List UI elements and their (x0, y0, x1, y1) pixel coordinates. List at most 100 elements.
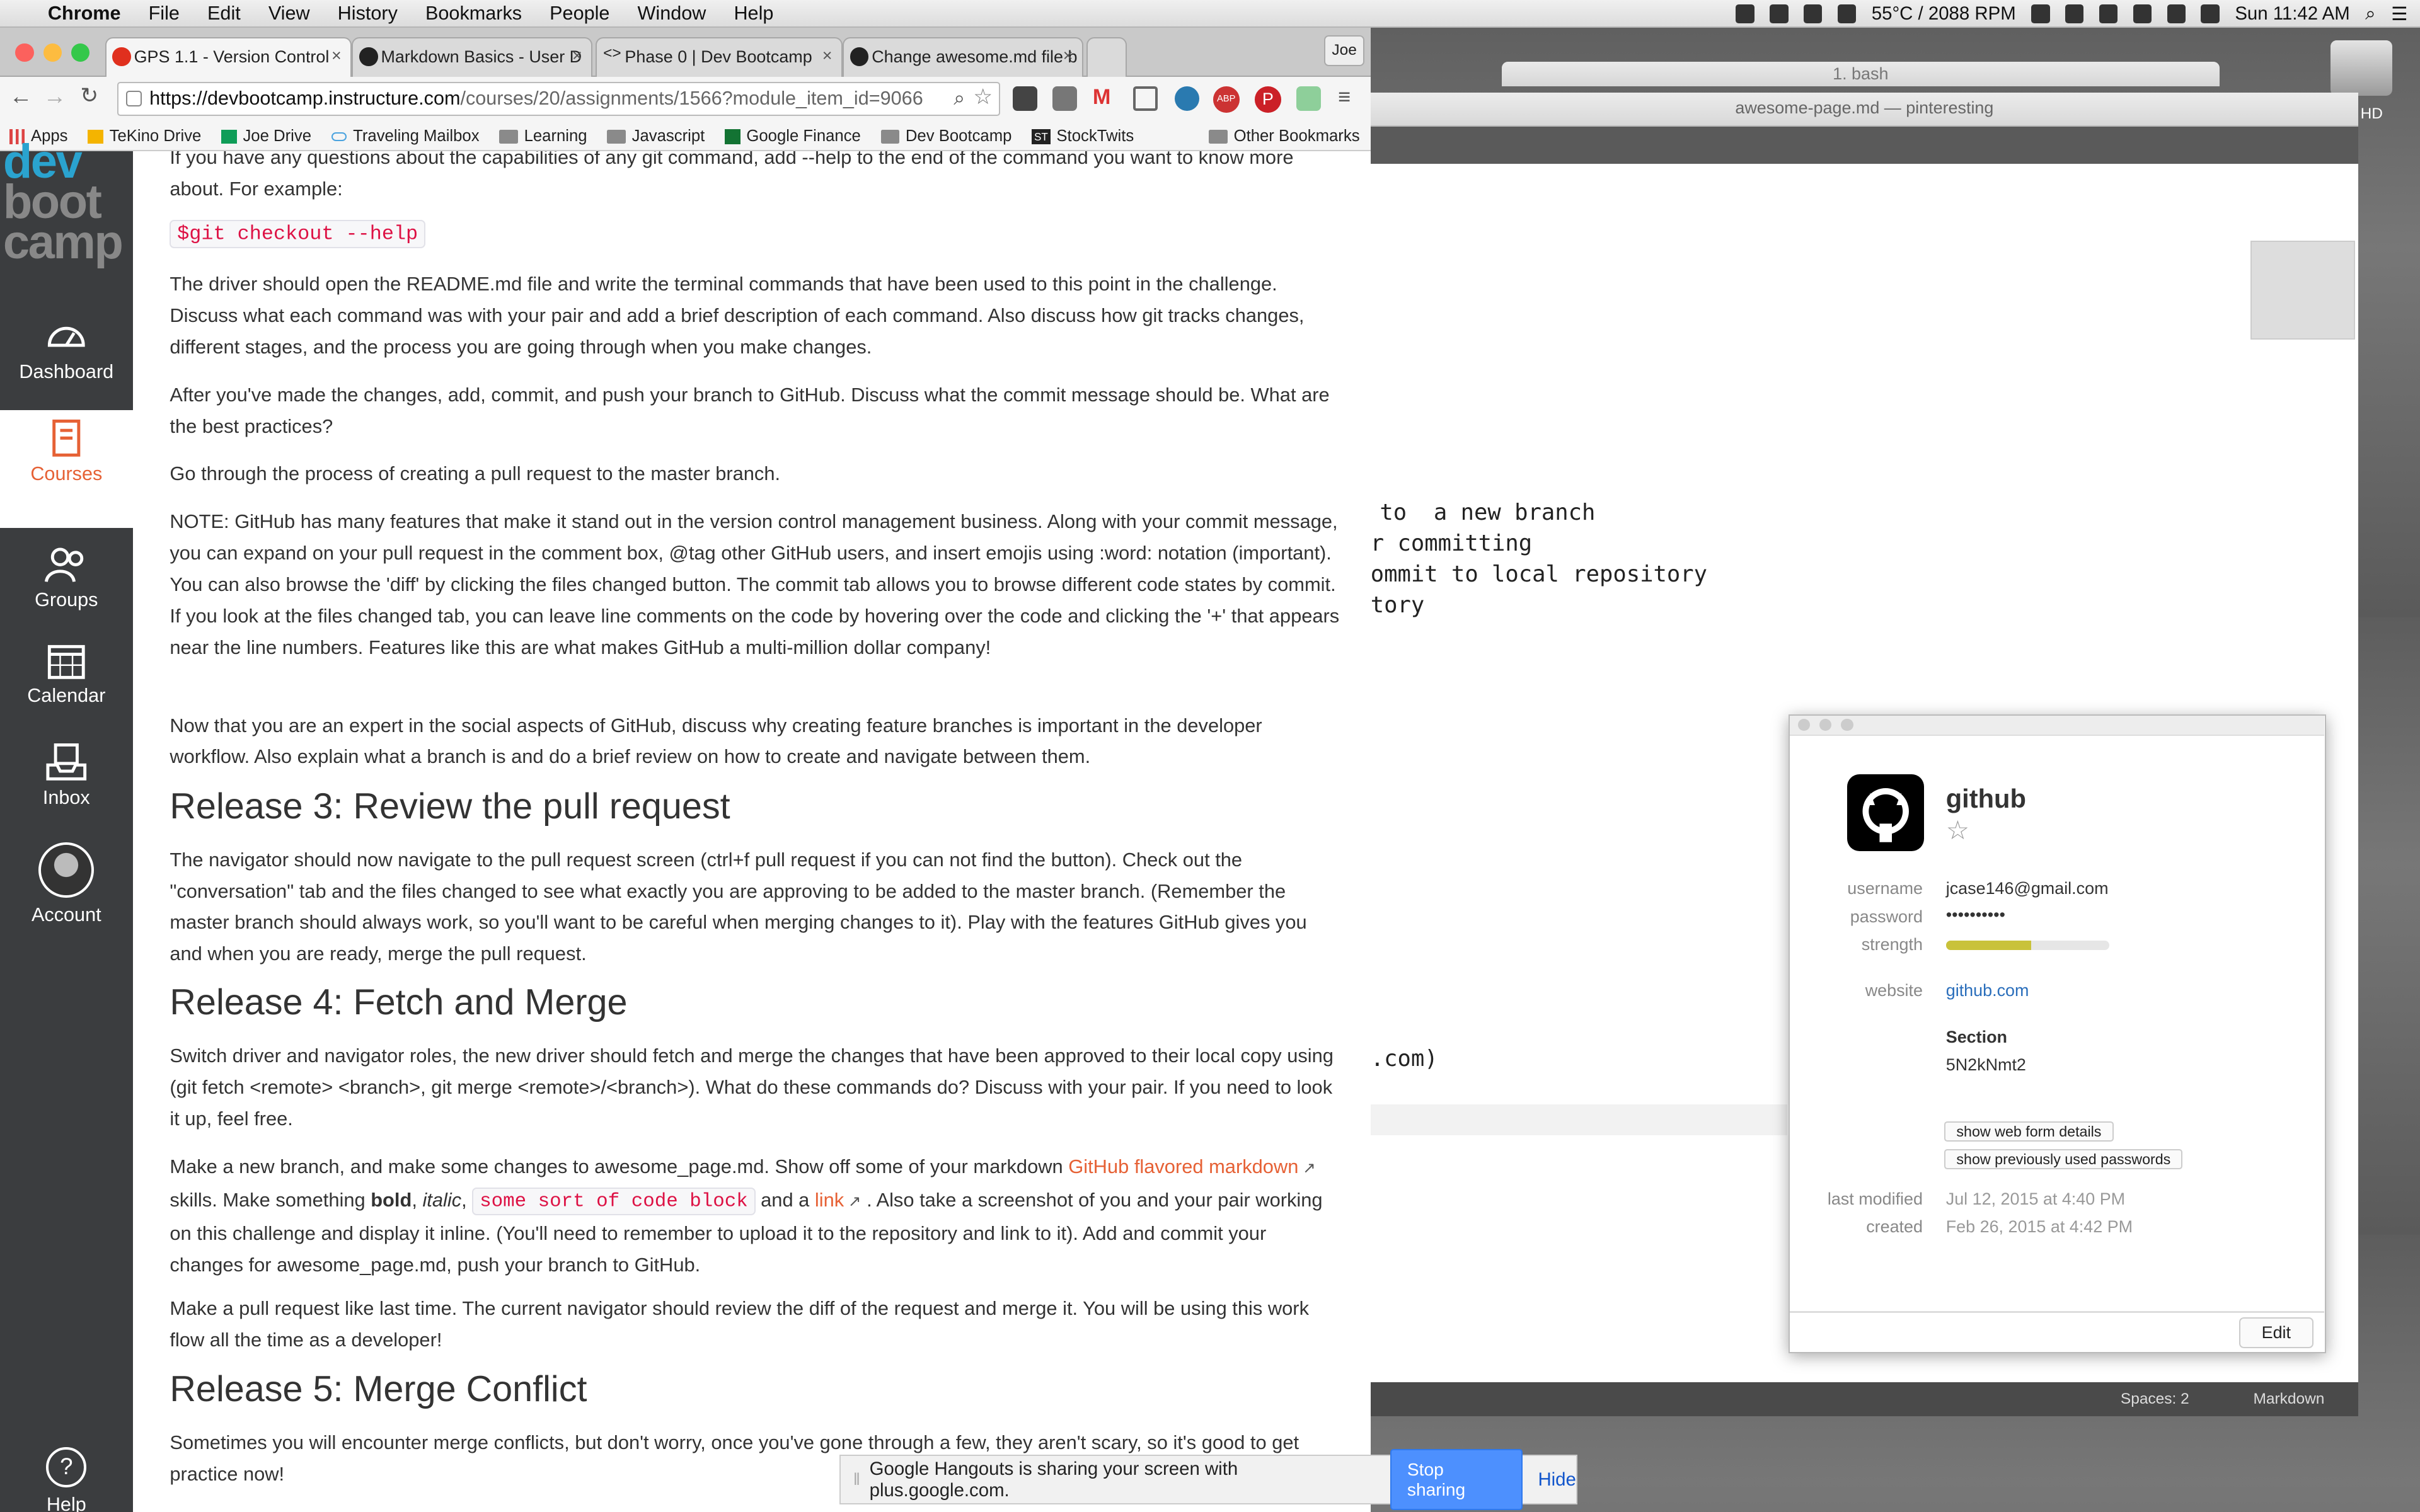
tab-gps[interactable]: GPS 1.1 - Version Control × (105, 37, 352, 79)
close-window-icon[interactable] (15, 43, 34, 62)
indent-setting[interactable]: Spaces: 2 (2121, 1390, 2189, 1408)
zoom-window-icon[interactable] (71, 43, 90, 62)
menu-app-name[interactable]: Chrome (34, 3, 135, 25)
nav-groups[interactable]: Groups (0, 546, 133, 612)
hide-button[interactable]: Hide (1538, 1469, 1576, 1491)
wifi-icon[interactable] (2133, 4, 2152, 23)
pinterest-icon[interactable]: P (1255, 86, 1281, 113)
nav-courses[interactable]: Courses (0, 410, 133, 528)
back-icon[interactable]: ← (9, 83, 33, 110)
minimize-window-icon[interactable] (43, 43, 62, 62)
cast-icon[interactable] (1132, 86, 1158, 112)
temperature-readout[interactable]: 55°C / 2088 RPM (1872, 3, 2016, 25)
battery-icon[interactable] (2201, 4, 2220, 23)
menu-people[interactable]: People (536, 3, 623, 25)
extension-icon[interactable] (1296, 86, 1322, 112)
chrome-menu-icon[interactable]: ≡ (1338, 85, 1351, 110)
profile-button[interactable]: Joe (1324, 35, 1364, 67)
adblock-icon[interactable]: ABP (1213, 86, 1240, 113)
password-value[interactable]: •••••••••• (1946, 905, 2005, 925)
dev-bootcamp-logo[interactable]: dev boot camp (3, 138, 133, 266)
close-tab-icon[interactable]: × (1063, 46, 1073, 66)
tab-phase0[interactable]: <> Phase 0 | Dev Bootcamp × (596, 37, 843, 77)
pocket-icon[interactable] (1012, 86, 1037, 112)
nav-inbox[interactable]: Inbox (0, 743, 133, 809)
address-bar[interactable]: https://devbootcamp.instructure.com/cour… (117, 81, 1000, 116)
show-web-form-details-button[interactable]: show web form details (1944, 1121, 2114, 1142)
volume-icon[interactable] (2167, 4, 2186, 23)
code-favicon-icon: <> (603, 44, 621, 62)
bookmark-learning[interactable]: Learning (490, 127, 598, 146)
username-value[interactable]: jcase146@gmail.com (1946, 879, 2109, 898)
assignment-content: If you have any questions about the capa… (132, 151, 1371, 1512)
extension-icon[interactable] (1052, 86, 1078, 112)
bluetooth-icon[interactable] (2099, 4, 2118, 23)
bookmark-javascript[interactable]: Javascript (598, 127, 716, 146)
menu-window[interactable]: Window (623, 3, 720, 25)
favorite-star-icon[interactable]: ☆ (1946, 815, 1969, 845)
website-link[interactable]: github.com (1946, 981, 2029, 1000)
bookmark-joe-drive[interactable]: Joe Drive (212, 127, 323, 146)
tab-markdown[interactable]: Markdown Basics - User D × (352, 37, 593, 77)
menu-view[interactable]: View (255, 3, 324, 25)
bookmark-mailbox[interactable]: Traveling Mailbox (322, 127, 490, 146)
bookmark-dev-bootcamp[interactable]: Dev Bootcamp (872, 127, 1023, 146)
menu-file[interactable]: File (135, 3, 193, 25)
edit-button[interactable]: Edit (2239, 1317, 2313, 1348)
menu-bookmarks[interactable]: Bookmarks (412, 3, 536, 25)
forward-icon[interactable]: → (43, 83, 67, 110)
extension-icon[interactable] (1174, 86, 1199, 112)
bookmark-other[interactable]: Other Bookmarks (1200, 127, 1371, 146)
paragraph: The driver should open the README.md fil… (170, 273, 1305, 358)
zoom-icon[interactable] (1841, 718, 1853, 731)
reload-icon[interactable]: ↻ (80, 83, 98, 108)
nav-account[interactable]: Account (0, 842, 133, 926)
nav-calendar[interactable]: Calendar (0, 642, 133, 707)
github-logo-icon (1847, 774, 1925, 852)
search-icon[interactable]: ⌕ (954, 86, 965, 110)
tab-label: Change awesome.md file b (872, 47, 1078, 67)
stop-sharing-button[interactable]: Stop sharing (1390, 1448, 1523, 1511)
bookmark-stocktwits[interactable]: ST StockTwits (1023, 127, 1145, 146)
link-link[interactable]: link (815, 1189, 844, 1211)
bookmark-icon[interactable] (2031, 4, 2050, 23)
gmail-icon[interactable]: M (1093, 85, 1111, 110)
menu-edit[interactable]: Edit (193, 3, 255, 25)
new-tab-button[interactable] (1086, 37, 1127, 77)
terminal-titlebar[interactable]: 1. bash (1501, 61, 2220, 87)
editor-tabbar[interactable] (1370, 126, 2359, 164)
creative-cloud-icon[interactable] (1770, 4, 1789, 23)
clock[interactable]: Sun 11:42 AM (2235, 3, 2349, 25)
menu-help[interactable]: Help (720, 3, 787, 25)
onepassword-icon[interactable] (1804, 4, 1823, 23)
bookmark-star-icon[interactable]: ☆ (973, 84, 993, 110)
syntax-setting[interactable]: Markdown (2254, 1390, 2325, 1408)
editor-titlebar[interactable]: awesome-page.md — pinteresting (1370, 92, 2359, 127)
show-previous-passwords-button[interactable]: show previously used passwords (1944, 1149, 2183, 1169)
time-machine-icon[interactable] (2065, 4, 2084, 23)
drag-handle-icon[interactable]: ‖ (853, 1470, 860, 1489)
close-tab-icon[interactable]: × (822, 46, 833, 66)
footer-divider (1790, 1311, 2324, 1313)
nav-help[interactable]: ? Help (0, 1447, 133, 1512)
close-icon[interactable] (1797, 718, 1811, 731)
tab-change-awesome[interactable]: Change awesome.md file b × (843, 37, 1084, 77)
password-window-titlebar[interactable] (1790, 715, 2324, 736)
bookmark-google-finance[interactable]: Google Finance (715, 127, 872, 146)
nav-dashboard[interactable]: Dashboard (0, 318, 133, 383)
evernote-icon[interactable] (1837, 4, 1857, 23)
text: Make a new branch, and make some changes… (170, 1155, 1069, 1177)
menu-history[interactable]: History (324, 3, 412, 25)
minimize-icon[interactable] (1819, 718, 1832, 731)
github-flavored-markdown-link[interactable]: GitHub flavored markdown (1068, 1155, 1298, 1177)
notification-center-icon[interactable]: ☰ (2391, 3, 2407, 25)
folder-icon (880, 129, 900, 144)
paragraph: If you have any questions about the capa… (170, 151, 1294, 200)
editor-minimap[interactable] (2250, 241, 2356, 340)
avatar (38, 842, 95, 898)
spotlight-icon[interactable]: ⌕ (2365, 3, 2375, 25)
dropbox-icon[interactable] (1736, 4, 1754, 23)
close-tab-icon[interactable]: × (572, 46, 582, 66)
section-value[interactable]: 5N2kNmt2 (1946, 1055, 2026, 1075)
close-tab-icon[interactable]: × (331, 46, 342, 66)
